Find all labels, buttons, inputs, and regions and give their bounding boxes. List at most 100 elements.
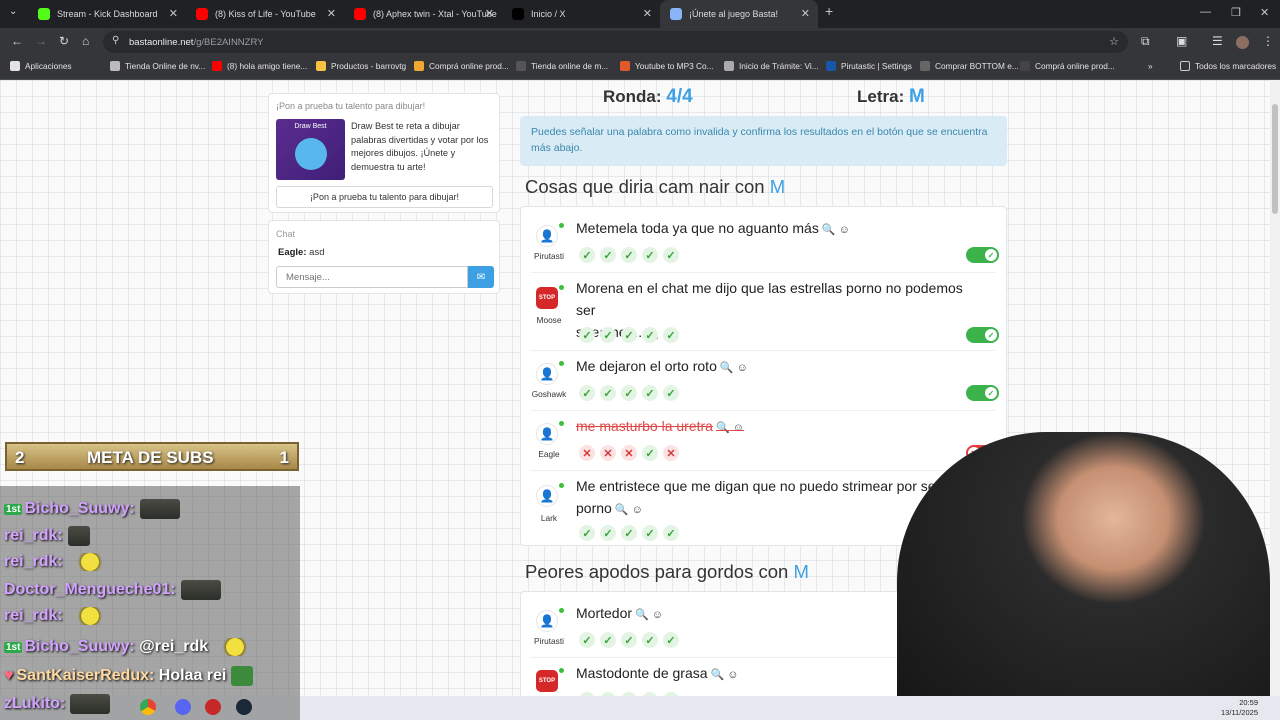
reaction-icon[interactable]: ☺ [733,422,744,434]
chat-send-button[interactable]: ✉ [468,266,494,288]
user-avatar-icon: 👤 [536,485,558,507]
bookmark-item[interactable]: Comprá online prod... [414,61,509,71]
online-status-icon [559,421,564,426]
stream-chat-message: 1st Bicho_Suuwy: [4,499,180,519]
tab-search-button[interactable]: ⌄ [9,6,17,17]
profile-avatar[interactable] [1236,36,1249,49]
new-tab-button[interactable]: + [825,3,833,19]
stream-chat-message: ♥ SantKaiserRedux: Holaa rei [4,666,254,686]
vote-approve-icon: ✓ [579,327,595,343]
reaction-icon[interactable]: ☺ [727,669,738,681]
search-icon[interactable]: 🔍 [720,362,734,374]
reaction-icon[interactable]: ☺ [652,609,663,621]
url-input[interactable]: ⚲ bastaonline.net/g/BE2AINNZRY ☆ [103,31,1128,53]
valid-toggle[interactable]: ✓ [966,327,999,343]
vote-approve-icon: ✓ [642,445,658,461]
player-name: Pirutasti [534,636,564,646]
search-icon[interactable]: 🔍 [635,609,649,621]
category-title: Peores apodos para gordos con M [525,561,809,582]
bookmark-item[interactable]: Tienda Online de nv... [110,61,205,71]
youtube-icon [354,8,366,20]
discord-taskbar-icon[interactable] [175,699,191,715]
vote-approve-icon: ✓ [621,525,637,541]
category-title: Cosas que diria cam nair con M [525,176,786,197]
tab-4[interactable]: Inicio / X ✕ [502,0,660,28]
home-icon[interactable]: ⌂ [82,34,89,48]
youtube-icon [196,8,208,20]
check-icon: ✓ [985,329,997,341]
menu-icon[interactable]: ⋮ [1262,34,1274,48]
close-tab-icon[interactable]: ✕ [327,7,336,20]
page-scrollbar[interactable] [1270,80,1280,696]
online-status-icon [559,223,564,228]
minimize-button[interactable]: — [1200,6,1211,18]
bookmark-favicon-icon [316,61,326,71]
webcam-overlay [897,432,1270,720]
reaction-icon[interactable]: ☺ [737,362,748,374]
bookmark-item[interactable]: Productos - barrovtg [316,61,406,71]
tab-2[interactable]: (8) Kiss of Life - YouTube ✕ [186,0,344,28]
check-icon: ✓ [985,249,997,261]
online-status-icon [559,668,564,673]
bookmarks-overflow-icon[interactable]: » [1148,61,1153,71]
vote-approve-icon: ✓ [600,385,616,401]
vote-approve-icon: ✓ [579,385,595,401]
close-tab-icon[interactable]: ✕ [485,7,494,20]
chat-panel: Chat Eagle: asd ✉ [268,220,500,294]
bookmark-star-icon[interactable]: ☆ [1109,35,1119,48]
bookmark-item[interactable]: Comprá online prod... [1020,61,1115,71]
answer-text: me masturbo la uretra 🔍 ☺ [576,418,744,434]
search-icon[interactable]: 🔍 [711,669,725,681]
close-tab-icon[interactable]: ✕ [643,7,652,20]
cast-icon[interactable]: ▣ [1176,34,1187,48]
vote-approve-icon: ✓ [579,247,595,263]
bookmark-favicon-icon [826,61,836,71]
ad-cta-button[interactable]: ¡Pon a prueba tu talento para dibujar! [276,186,493,208]
tab-1[interactable]: Stream - Kick Dashboard ✕ [28,0,186,28]
vote-approve-icon: ✓ [663,385,679,401]
tab-5[interactable]: ¡Únete al juego Basta! ✕ [660,0,818,28]
tab-3[interactable]: (8) Aphex twin - Xtal - YouTube ✕ [344,0,502,28]
close-tab-icon[interactable]: ✕ [169,7,178,20]
draw-best-image[interactable]: Draw Best [276,119,345,180]
app-taskbar-icon[interactable] [205,699,221,715]
bookmark-item[interactable]: Tienda online de m... [516,61,608,71]
close-window-button[interactable]: ✕ [1260,6,1269,19]
reaction-icon[interactable]: ☺ [632,504,643,516]
all-bookmarks-folder[interactable]: Todos los marcadores [1180,61,1276,71]
chat-message-input[interactable] [276,266,468,288]
reload-icon[interactable]: ↻ [59,34,69,48]
extensions-icon[interactable]: ⧉ [1141,34,1150,49]
search-icon[interactable]: 🔍 [615,504,629,516]
back-icon[interactable]: ← [11,34,23,48]
site-info-icon[interactable]: ⚲ [112,35,119,46]
system-clock: 20:59 13/11/2025 [1221,698,1258,717]
maximize-button[interactable]: ❐ [1231,6,1241,19]
answer-text: Me dejaron el orto roto 🔍 ☺ [576,358,748,374]
reaction-icon[interactable]: ☺ [839,224,850,236]
valid-toggle[interactable]: ✓ [966,385,999,401]
bookmark-item[interactable]: (8) hola amigo tiene... [212,61,307,71]
vote-approve-icon: ✓ [600,525,616,541]
send-icon: ✉ [476,271,486,283]
bookmark-item[interactable]: Inicio de Trámite: Vi... [724,61,819,71]
valid-toggle[interactable]: ✓ [966,247,999,263]
close-tab-icon[interactable]: ✕ [801,7,810,20]
search-icon[interactable]: 🔍 [822,224,836,236]
bookmark-favicon-icon [10,61,20,71]
bookmark-item[interactable]: Youtube to MP3 Co... [620,61,714,71]
emote-icon [139,499,180,519]
vote-approve-icon: ✓ [642,525,658,541]
x-icon [512,8,524,20]
bookmark-item[interactable]: Comprar BOTTOM e... [920,61,1019,71]
bookmark-item[interactable]: Pirutastic | Settings [826,61,912,71]
bookmark-favicon-icon [516,61,526,71]
chrome-taskbar-icon[interactable] [140,699,156,715]
reading-list-icon[interactable]: ☰ [1212,34,1223,48]
search-icon[interactable]: 🔍 [716,422,730,434]
forward-icon[interactable]: → [35,34,47,48]
steam-taskbar-icon[interactable] [236,699,252,715]
bookmark-item[interactable]: Aplicaciones [10,61,72,71]
player-name: Eagle [538,449,560,459]
answer-text: Metemela toda ya que no aguanto más 🔍 ☺ [576,220,850,236]
